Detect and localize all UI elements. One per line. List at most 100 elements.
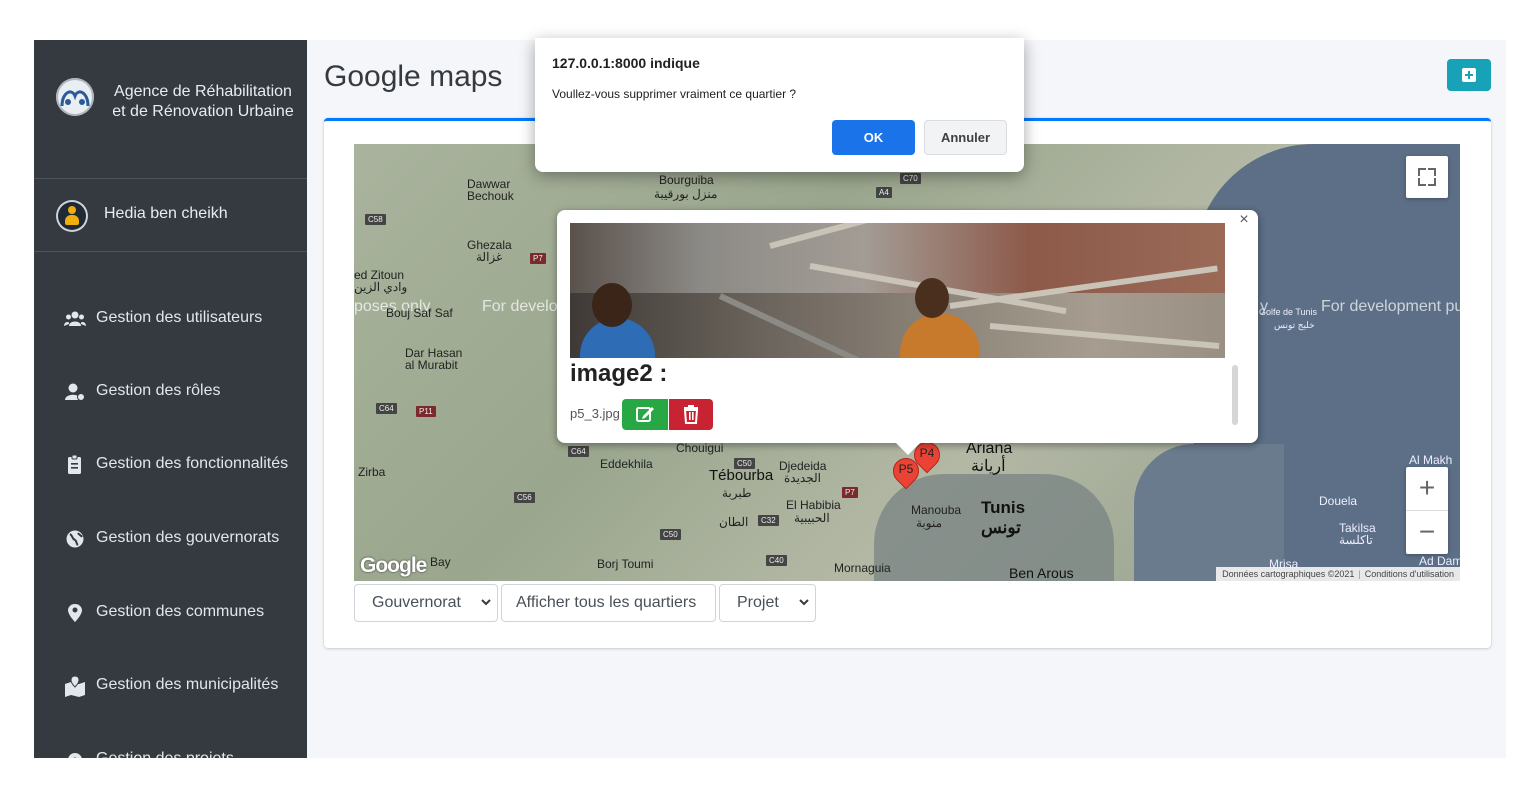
road-label: C50: [660, 529, 681, 540]
map-label: Chouigui: [676, 441, 724, 455]
user-name: Hedia ben cheikh: [104, 205, 228, 222]
brand-name: Agence de Réhabilitation et de Rénovatio…: [104, 82, 302, 122]
road-label: C56: [514, 492, 535, 503]
sidebar-item-features[interactable]: Gestion des fonctionnalités: [34, 443, 307, 487]
road-label: P7: [530, 253, 546, 264]
map-label: Zirba: [358, 465, 386, 479]
edit-icon: [636, 407, 654, 422]
clipboard-icon: [68, 454, 81, 474]
sidebar-item-roles[interactable]: Gestion des rôles: [34, 370, 307, 414]
road-label: C70: [900, 173, 921, 184]
zoom-out-button[interactable]: −: [1406, 511, 1448, 554]
users-icon: [64, 311, 86, 326]
delete-button[interactable]: [669, 399, 713, 430]
trash-icon: [683, 405, 699, 424]
road-label: A4: [876, 187, 892, 198]
map-marker-p5[interactable]: P5: [887, 452, 925, 492]
map-marker-icon: [68, 604, 82, 622]
map-label: خليج تونس: [1274, 320, 1315, 330]
page-title: Google maps: [324, 60, 503, 93]
dialog-message: Voullez-vous supprimer vraiment ce quart…: [552, 87, 797, 101]
zoom-control: + −: [1406, 467, 1448, 554]
info-window-title: image2 :: [570, 360, 668, 387]
sidebar-item-communes[interactable]: Gestion des communes: [34, 591, 307, 635]
road-label: C58: [365, 214, 386, 225]
edit-button[interactable]: [622, 399, 668, 430]
dialog-title: 127.0.0.1:8000 indique: [552, 55, 700, 71]
map-label: Mornaguia: [834, 561, 891, 575]
map-label: غزالة: [476, 250, 503, 264]
map-label: الطان: [719, 515, 749, 529]
sidebar-item-users[interactable]: Gestion des utilisateurs: [34, 297, 307, 341]
road-label: C40: [766, 555, 787, 566]
sidebar-item-label: Gestion des municipalités: [96, 676, 279, 693]
brand-line-2: et de Rénovation Urbaine: [112, 103, 294, 120]
sidebar-item-label: Gestion des rôles: [96, 382, 221, 399]
user-role-icon: [65, 383, 85, 401]
map-label: Tunis: [981, 498, 1026, 517]
close-icon[interactable]: ×: [1236, 212, 1252, 228]
sidebar-item-label: Gestion des communes: [96, 603, 265, 620]
map-label: Tébourba: [709, 467, 774, 484]
road-label: C64: [568, 446, 589, 457]
sidebar: Agence de Réhabilitation et de Rénovatio…: [34, 40, 307, 758]
show-all-quartiers-button[interactable]: Afficher tous les quartiers: [501, 584, 716, 622]
info-window-scrollbar[interactable]: [1232, 365, 1238, 425]
map-label: أريانة: [971, 458, 1006, 475]
sidebar-item-label: Gestion des gouvernorats: [96, 529, 280, 546]
brand[interactable]: Agence de Réhabilitation et de Rénovatio…: [34, 40, 307, 179]
road-label: C50: [734, 458, 755, 469]
cancel-button[interactable]: Annuler: [924, 120, 1007, 155]
sidebar-item-label: Gestion des fonctionnalités: [96, 455, 289, 472]
add-button[interactable]: [1447, 59, 1491, 91]
confirm-dialog: 127.0.0.1:8000 indique Voullez-vous supp…: [535, 38, 1024, 172]
map-watermark: For develo: [482, 298, 558, 315]
map-location-icon: [65, 675, 85, 697]
road-label: C64: [376, 403, 397, 414]
map-label: Ariana: [966, 440, 1013, 457]
ok-button[interactable]: OK: [832, 120, 915, 155]
road-label: P11: [416, 406, 436, 417]
arru-logo-icon: [56, 78, 94, 116]
marker-label: P5: [898, 462, 914, 476]
map-info-window: × image2 : p5_3.jpg: [557, 210, 1258, 455]
fullscreen-button[interactable]: [1406, 156, 1448, 198]
map-label: Bechouk: [467, 189, 514, 203]
user-panel[interactable]: Hedia ben cheikh: [34, 179, 307, 252]
sidebar-item-municipalities[interactable]: Gestion des municipalités: [34, 664, 307, 708]
sidebar-item-governorates[interactable]: Gestion des gouvernorats: [34, 517, 307, 561]
map-label: Bouj Saf Saf: [386, 306, 453, 320]
plus-square-icon: [1462, 68, 1476, 82]
zoom-in-button[interactable]: +: [1406, 467, 1448, 511]
cog-icon: [68, 753, 82, 758]
map-label: تاكلسة: [1339, 533, 1373, 547]
map-label: Bourguiba: [659, 173, 714, 187]
road-label: P7: [842, 487, 858, 498]
projet-select[interactable]: Projet: [719, 584, 816, 622]
google-logo[interactable]: Google: [360, 554, 427, 578]
brand-line-1: Agence de Réhabilitation: [114, 83, 292, 100]
gouvernorat-select[interactable]: Gouvernorat: [354, 584, 498, 622]
show-all-quartiers-label: Afficher tous les quartiers: [516, 594, 697, 611]
sidebar-item-label: Gestion des utilisateurs: [96, 309, 263, 326]
map-attribution: Données cartographiques ©2021 | Conditions…: [1216, 567, 1460, 581]
map-label: Douela: [1319, 494, 1358, 508]
map-label: منزل بورقيبة: [654, 187, 718, 201]
sidebar-item-label: Gestion des projets: [96, 750, 234, 758]
map-label: Al Makh: [1409, 453, 1453, 467]
chevron-down-icon: [481, 599, 491, 606]
map-label: وادي الزين: [354, 280, 408, 294]
map-label: Ben Arous: [1009, 565, 1074, 581]
gouvernorat-select-value: Gouvernorat: [372, 594, 461, 611]
map-label: تونس: [981, 518, 1021, 537]
sidebar-item-projects[interactable]: Gestion des projets: [34, 738, 307, 758]
map-label: Golfe de Tunis: [1259, 307, 1318, 317]
image-filename: p5_3.jpg: [570, 406, 620, 421]
quartier-photo: [570, 223, 1225, 358]
map-label: الجديدة: [784, 471, 821, 485]
projet-select-value: Projet: [737, 594, 779, 611]
user-avatar-icon: [56, 200, 88, 232]
terms-link[interactable]: Conditions d'utilisation: [1365, 569, 1454, 579]
map-label: منوبة: [916, 516, 943, 530]
globe-icon: [66, 530, 84, 548]
